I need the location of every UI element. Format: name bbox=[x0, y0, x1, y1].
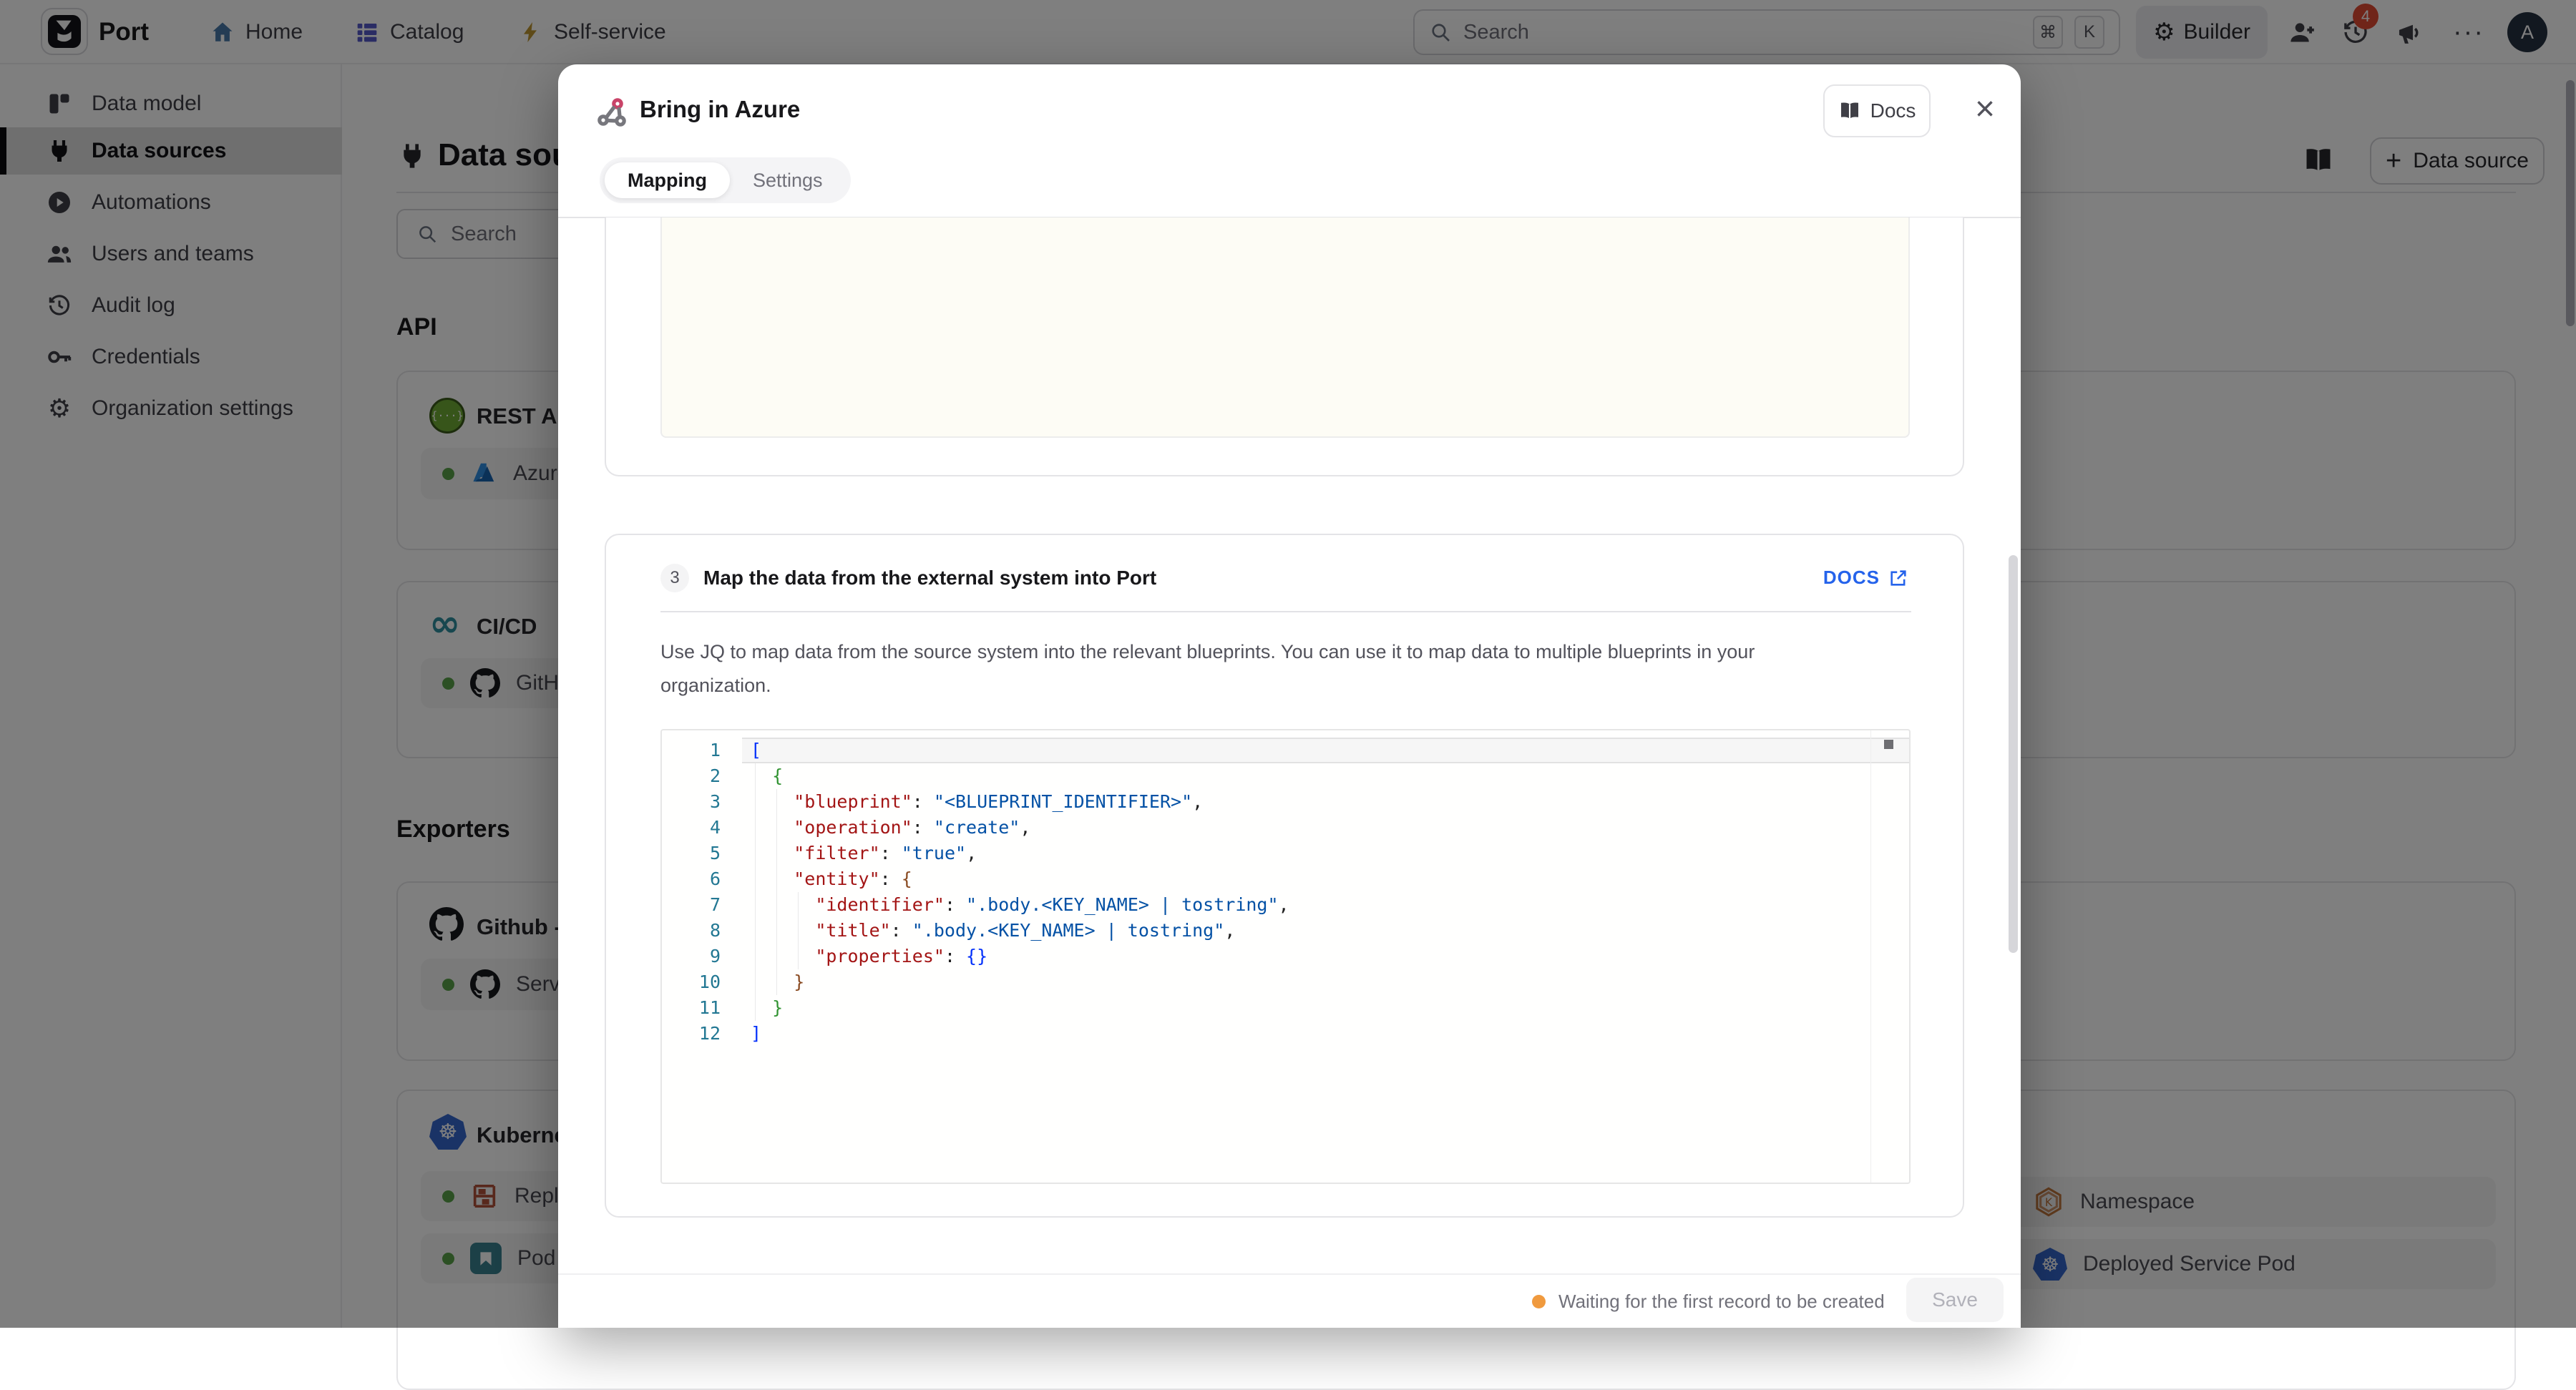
line-number: 3 bbox=[662, 789, 742, 815]
code-line[interactable]: 12] bbox=[662, 1021, 1909, 1047]
modal-docs-button[interactable]: Docs bbox=[1823, 84, 1931, 137]
code-line[interactable]: 1[ bbox=[662, 738, 1909, 763]
code-line[interactable]: 6 "entity": { bbox=[662, 866, 1909, 892]
code-line[interactable]: 5 "filter": "true", bbox=[662, 841, 1909, 866]
step-docs-link[interactable]: DOCS bbox=[1823, 567, 1908, 589]
line-number: 8 bbox=[662, 918, 742, 944]
tab-mapping[interactable]: Mapping bbox=[605, 162, 730, 198]
docs-link-label: DOCS bbox=[1823, 567, 1880, 589]
tab-settings[interactable]: Settings bbox=[730, 162, 846, 198]
code-editor-lines: 1[2 {3 "blueprint": "<BLUEPRINT_IDENTIFI… bbox=[662, 738, 1909, 1047]
code-line[interactable]: 7 "identifier": ".body.<KEY_NAME> | tost… bbox=[662, 892, 1909, 918]
editor-minimap-border bbox=[1870, 730, 1871, 1183]
code-line[interactable]: 9 "properties": {} bbox=[662, 944, 1909, 969]
line-number: 9 bbox=[662, 944, 742, 969]
line-number: 11 bbox=[662, 995, 742, 1021]
line-number: 6 bbox=[662, 866, 742, 892]
modal-title: Bring in Azure bbox=[640, 96, 800, 123]
step-divider bbox=[660, 611, 1911, 612]
line-number: 2 bbox=[662, 763, 742, 789]
step-number-badge: 3 bbox=[660, 564, 689, 592]
bring-in-azure-modal: Bring in Azure Docs × Mapping Settings 3… bbox=[558, 64, 2021, 1328]
close-icon[interactable]: × bbox=[1965, 89, 2005, 129]
code-line[interactable]: 4 "operation": "create", bbox=[662, 815, 1909, 841]
external-link-icon bbox=[1888, 568, 1908, 588]
modal-tabs: Mapping Settings bbox=[600, 157, 851, 203]
line-number: 4 bbox=[662, 815, 742, 841]
book-icon bbox=[1838, 99, 1861, 122]
code-line[interactable]: 3 "blueprint": "<BLUEPRINT_IDENTIFIER>", bbox=[662, 789, 1909, 815]
save-button[interactable]: Save bbox=[1906, 1278, 2004, 1322]
page-scrollbar-thumb[interactable] bbox=[2566, 80, 2575, 326]
status-dot-orange bbox=[1532, 1295, 1546, 1308]
modal-footer: Waiting for the first record to be creat… bbox=[558, 1273, 2021, 1328]
step-title: Map the data from the external system in… bbox=[703, 567, 1156, 589]
step-3-card: 3 Map the data from the external system … bbox=[605, 534, 1964, 1218]
line-number: 7 bbox=[662, 892, 742, 918]
line-number: 1 bbox=[662, 738, 742, 763]
jq-mapping-code-editor[interactable]: 1[2 {3 "blueprint": "<BLUEPRINT_IDENTIFI… bbox=[660, 729, 1911, 1184]
line-number: 12 bbox=[662, 1021, 742, 1047]
line-number: 10 bbox=[662, 969, 742, 995]
code-line[interactable]: 11 } bbox=[662, 995, 1909, 1021]
code-line[interactable]: 2 { bbox=[662, 763, 1909, 789]
previous-step-editor[interactable] bbox=[660, 217, 1910, 438]
overview-ruler-mark bbox=[1884, 740, 1893, 749]
modal-docs-label: Docs bbox=[1870, 99, 1916, 122]
code-line[interactable]: 8 "title": ".body.<KEY_NAME> | tostring"… bbox=[662, 918, 1909, 944]
webhook-icon bbox=[595, 96, 630, 134]
previous-step-card bbox=[605, 217, 1964, 476]
waiting-status-text: Waiting for the first record to be creat… bbox=[1558, 1291, 1885, 1313]
modal-scrollbar-thumb[interactable] bbox=[2009, 555, 2018, 953]
code-line[interactable]: 10 } bbox=[662, 969, 1909, 995]
line-number: 5 bbox=[662, 841, 742, 866]
step-description: Use JQ to map data from the source syste… bbox=[660, 635, 1863, 703]
